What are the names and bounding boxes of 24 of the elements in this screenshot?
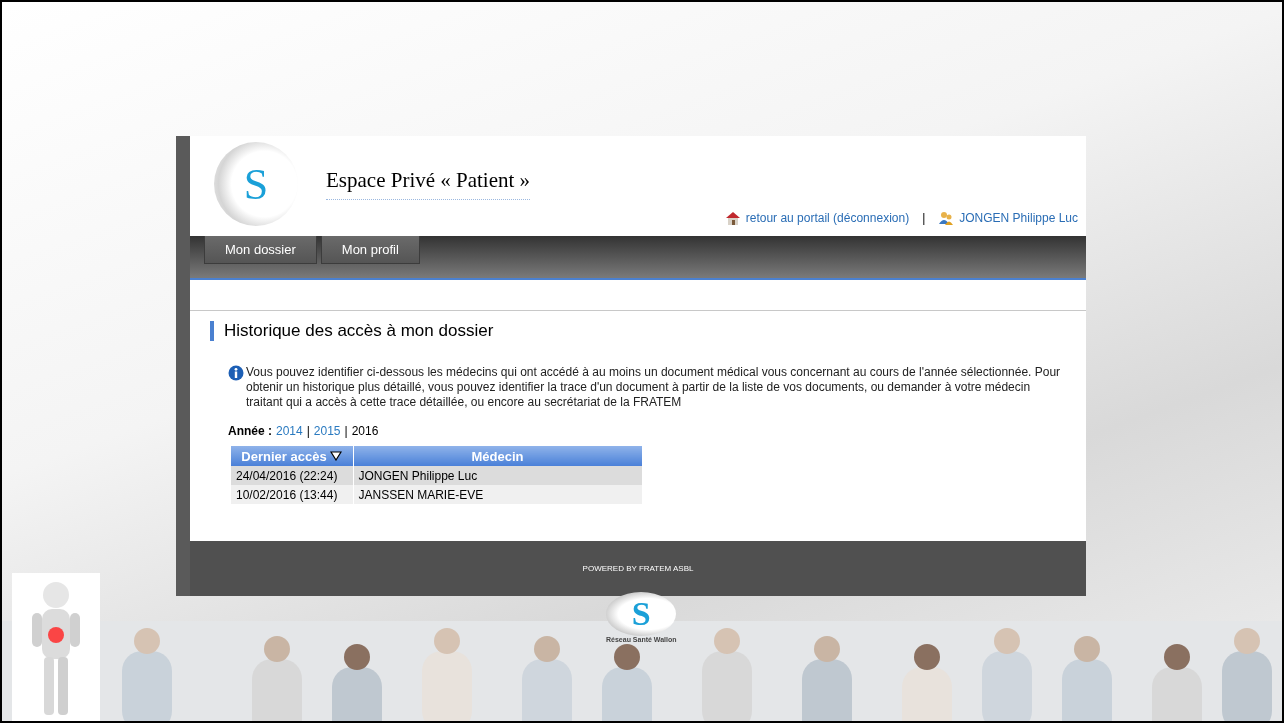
nav-tab[interactable]: Mon dossier — [204, 236, 317, 264]
house-icon — [724, 210, 741, 226]
column-header[interactable]: Dernier accès — [230, 446, 353, 466]
year-link[interactable]: 2015 — [313, 424, 341, 438]
year-link[interactable]: 2014 — [276, 424, 303, 438]
year-link[interactable]: 2016 — [351, 424, 379, 438]
nav-tab[interactable]: Mon profil — [320, 236, 420, 264]
table-cell: 10/02/2016 (13:44) — [230, 485, 353, 504]
footer-text: POWERED BY FRATEM ASBL — [582, 564, 694, 573]
separator: | — [306, 424, 310, 438]
table-cell: JANSSEN MARIE-EVE — [353, 485, 642, 504]
site-title: Espace Privé « Patient » — [326, 168, 531, 200]
separator: | — [922, 211, 926, 225]
info-icon — [228, 365, 244, 381]
page-heading: Historique des accès à mon dossier — [210, 321, 1066, 341]
link[interactable]: retour au portail (déconnexion) — [745, 211, 910, 225]
logo-letter: S — [631, 596, 651, 632]
logo-letter: S — [243, 158, 269, 210]
info-paragraph: Vous pouvez identifier ci-dessous les médecins qui ont accédé à au moins un document médical vous concernant au cours de l'année sélectionnée. Pour obtenir un historique plus détaillé, vous pouvez identifier la trace d'un document à partir de la liste de vos documents, ou demander à votre médecin traitant qui a accès à cette trace détaillée, ou encore au secrétariat de la FRATEM — [246, 365, 1062, 410]
link[interactable]: JONGEN Philippe Luc — [959, 211, 1078, 225]
separator: | — [344, 424, 348, 438]
year-label: Année : — [228, 424, 272, 438]
column-header[interactable]: Médecin — [353, 446, 642, 466]
users-icon — [938, 210, 955, 226]
